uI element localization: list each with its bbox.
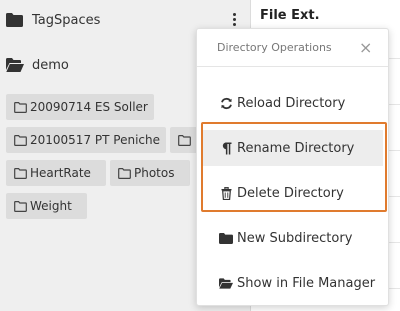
subfolder-chip[interactable]: 20100517 PT Peniche [6, 127, 166, 153]
subfolder-label: 20090714 ES Soller [30, 100, 148, 114]
menu-item-label: New Subdirectory [237, 230, 353, 246]
subfolder-chip[interactable]: HeartRate [6, 160, 106, 186]
menu-title: Directory Operations [217, 41, 332, 54]
subfolder-label: 20100517 PT Peniche [30, 133, 160, 147]
folder-open-icon [6, 57, 24, 73]
refresh-icon [219, 96, 233, 110]
menu-item-label: Show in File Manager [237, 275, 376, 291]
column-header-file-ext[interactable]: File Ext. [260, 8, 320, 23]
location-name: TagSpaces [32, 12, 101, 28]
location-item[interactable]: TagSpaces [6, 9, 100, 31]
folder-icon [219, 231, 233, 245]
subfolder-label: HeartRate [30, 166, 91, 180]
folder-icon [6, 12, 24, 28]
menu-item-label: Reload Directory [237, 95, 346, 111]
folder-open-icon [219, 276, 233, 290]
folder-outline-icon [118, 167, 131, 179]
subfolder-chip[interactable]: Weight [6, 193, 87, 219]
current-directory-name: demo [32, 57, 69, 73]
show-in-file-manager-item[interactable]: Show in File Manager [203, 265, 383, 301]
folder-outline-icon [14, 101, 27, 113]
folder-outline-icon [14, 200, 27, 212]
subfolder-label: Photos [134, 166, 175, 180]
subfolder-label: Weight [30, 199, 72, 213]
subfolder-chip[interactable]: 20090714 ES Soller [6, 94, 154, 120]
new-subdirectory-item[interactable]: New Subdirectory [203, 220, 383, 256]
menu-divider [197, 66, 388, 67]
current-directory[interactable]: demo [6, 54, 69, 76]
folder-outline-icon [178, 134, 191, 146]
subfolder-chip[interactable]: Photos [110, 160, 190, 186]
close-icon[interactable]: × [359, 40, 372, 56]
folder-outline-icon [14, 134, 27, 146]
folder-outline-icon [14, 167, 27, 179]
highlight-box [201, 122, 387, 212]
reload-directory-item[interactable]: Reload Directory [203, 85, 383, 121]
